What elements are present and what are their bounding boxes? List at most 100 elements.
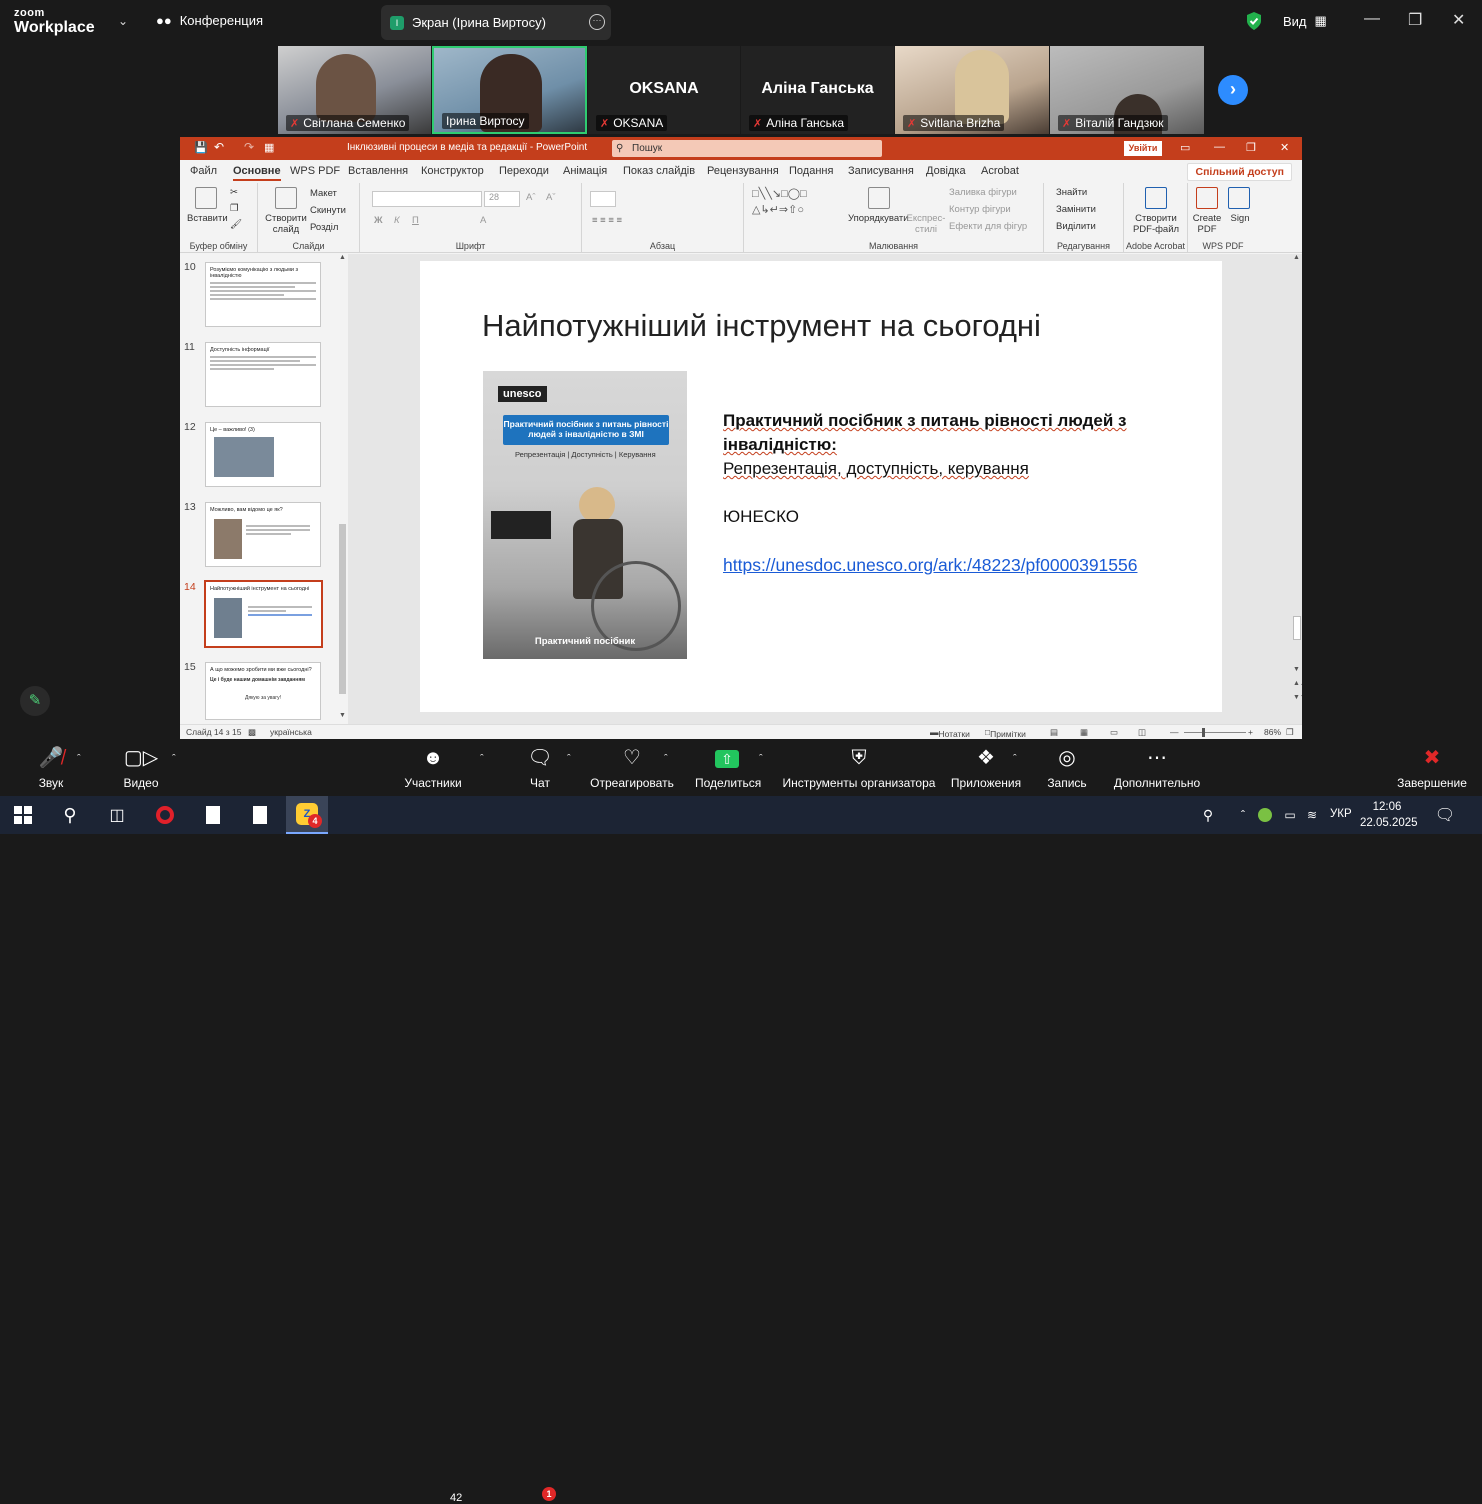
close-icon[interactable]: ✕	[1280, 141, 1289, 154]
react-button[interactable]: ♡ Отреагировать	[590, 741, 674, 796]
undo-icon[interactable]: ↶	[214, 140, 224, 154]
slide-text-box[interactable]: Практичний посібник з питань рівності лю…	[723, 409, 1183, 577]
shapes-gallery-row[interactable]: △↳↵⇒⇧○	[752, 205, 804, 216]
close-icon[interactable]: ✕	[1452, 10, 1465, 30]
zoom-level[interactable]: 86%	[1264, 727, 1281, 737]
restore-icon[interactable]: ❐	[1408, 10, 1422, 30]
zoom-slider-handle[interactable]	[1202, 728, 1205, 737]
next-slide-icon[interactable]: ▼▼	[1293, 694, 1302, 701]
notifications-icon[interactable]: 🗨	[1432, 796, 1458, 834]
bullets-icon[interactable]	[590, 191, 616, 207]
slides-scrollbar[interactable]: ▲ ▼	[338, 254, 347, 724]
share-button[interactable]: Спільний доступ	[1187, 163, 1292, 181]
menu-acrobat[interactable]: Acrobat	[981, 165, 1019, 177]
copy-icon[interactable]: ❐	[230, 203, 239, 214]
font-size-select[interactable]: 28	[484, 191, 520, 207]
opera-icon[interactable]	[150, 796, 180, 834]
section-button[interactable]: Розділ	[310, 222, 338, 233]
share-screen-button[interactable]: ⇧ Поделиться	[695, 741, 761, 796]
comments-button[interactable]: □ Примітки	[985, 727, 1026, 739]
new-slide-icon[interactable]	[275, 187, 297, 209]
layout-button[interactable]: Макет	[310, 188, 337, 199]
slide-thumbnail[interactable]: Розуміємо комунікацію з людьми з інвалід…	[205, 262, 321, 327]
participant-tile[interactable]: Аліна Ганська ✗ Аліна Ганська	[741, 46, 894, 134]
underline-icon[interactable]: П	[412, 215, 419, 226]
menu-transitions[interactable]: Переходи	[499, 165, 549, 177]
screen-share-indicator[interactable]: І Экран (Ірина Виртосу) ···	[381, 5, 611, 40]
ribbon-display-icon[interactable]: ▭	[1180, 141, 1190, 154]
create-pdf-icon[interactable]	[1145, 187, 1167, 209]
chat-caret-icon[interactable]: ˆ	[567, 753, 571, 765]
slide-link[interactable]: https://unesdoc.unesco.org/ark:/48223/pf…	[723, 553, 1183, 577]
audio-button[interactable]: 🎤̸ Звук	[30, 741, 72, 796]
more-options-icon[interactable]: ···	[589, 14, 605, 30]
notes-button[interactable]: ▬ Нотатки	[930, 727, 970, 739]
slide-thumbnail-selected[interactable]: Найпотужніший інструмент на сьогодні	[204, 580, 323, 648]
end-meeting-button[interactable]: ✖ Завершение	[1396, 741, 1468, 796]
search-icon[interactable]: ⚲	[55, 796, 85, 834]
windows-start-icon[interactable]	[8, 796, 38, 834]
minimize-icon[interactable]: —	[1214, 141, 1225, 153]
format-painter-icon[interactable]: 🖌	[230, 219, 242, 230]
zoom-app-icon[interactable]: Z 4	[286, 796, 328, 834]
host-tools-button[interactable]: ⛨ Инструменты организатора	[782, 741, 936, 796]
menu-design[interactable]: Конструктор	[421, 165, 484, 177]
arrange-button[interactable]: Упорядкувати	[848, 213, 909, 224]
font-grow-icon[interactable]: Aˆ	[526, 192, 536, 203]
menu-file[interactable]: Файл	[190, 165, 217, 177]
scroll-up-icon[interactable]: ▲	[339, 254, 346, 261]
find-button[interactable]: Знайти	[1056, 187, 1087, 198]
cut-icon[interactable]: ✂	[230, 187, 238, 198]
signin-button[interactable]: Увійти	[1124, 141, 1162, 156]
react-caret-icon[interactable]: ˆ	[664, 753, 668, 765]
clock[interactable]: 12:06 22.05.2025	[1360, 799, 1418, 831]
tray-app-icon[interactable]	[1256, 796, 1274, 834]
participants-caret-icon[interactable]: ˆ	[480, 753, 484, 765]
new-slide-button[interactable]: Створити слайд	[262, 213, 310, 235]
font-shrink-icon[interactable]: Aˇ	[546, 192, 556, 203]
presentation-icon[interactable]: ▦	[264, 141, 274, 154]
slide-thumbnail[interactable]: Доступність інформації	[205, 342, 321, 407]
wps-create-pdf-button[interactable]: Create PDF	[1190, 213, 1224, 235]
participant-tile[interactable]: ✗ Svitlana Brizha	[895, 46, 1049, 134]
participants-button[interactable]: ☻ Участники	[402, 741, 464, 796]
chevron-down-icon[interactable]: ⌄	[118, 14, 128, 28]
zoom-out-icon[interactable]: —	[1170, 727, 1179, 737]
slide-thumbnail[interactable]: А що можемо зробити ми вже сьогодні? Це …	[205, 662, 321, 720]
paste-icon[interactable]	[195, 187, 217, 209]
task-view-icon[interactable]: ◫	[102, 796, 132, 834]
menu-review[interactable]: Рецензування	[707, 165, 779, 177]
font-color-icon[interactable]: A	[480, 215, 486, 226]
italic-icon[interactable]: К	[394, 215, 400, 226]
quick-styles-button[interactable]: Експрес-стилі	[904, 213, 948, 235]
menu-home[interactable]: Основне	[233, 165, 281, 181]
book-cover-image[interactable]: unesco Практичний посібник з питань рівн…	[483, 371, 687, 659]
redo-icon[interactable]: ↷	[244, 140, 254, 154]
arrange-icon[interactable]	[868, 187, 890, 209]
chat-button[interactable]: 🗨 Чат	[524, 741, 556, 796]
language-indicator[interactable]: українська	[270, 727, 312, 737]
menu-recording[interactable]: Записування	[848, 165, 914, 177]
save-icon[interactable]: 💾	[194, 141, 208, 154]
participant-tile[interactable]: ✗ Світлана Семенко	[278, 46, 431, 134]
restore-icon[interactable]: ❐	[1246, 141, 1256, 154]
canvas-scrollbar[interactable]: ▲ ▼ ▲▲ ▼▼	[1292, 254, 1302, 724]
font-family-select[interactable]	[372, 191, 482, 207]
menu-view[interactable]: Подання	[789, 165, 833, 177]
menu-animations[interactable]: Анімація	[563, 165, 607, 177]
participant-tile[interactable]: ✗ Віталій Гандзюк	[1050, 46, 1204, 134]
input-language[interactable]: УКР	[1330, 808, 1352, 820]
sign-button[interactable]: Sign	[1228, 213, 1252, 224]
slide-title[interactable]: Найпотужніший інструмент на сьогодні	[482, 308, 1041, 344]
menu-slideshow[interactable]: Показ слайдів	[623, 165, 695, 177]
scroll-thumb[interactable]	[339, 524, 346, 694]
video-button[interactable]: ▢▷ Видео	[118, 741, 164, 796]
slide-sorter-icon[interactable]: ▦	[1080, 727, 1088, 738]
file-icon[interactable]	[198, 796, 228, 834]
apps-caret-icon[interactable]: ˆ	[1013, 753, 1017, 765]
replace-button[interactable]: Замінити	[1056, 204, 1096, 215]
shape-effects-button[interactable]: Ефекти для фігур	[949, 221, 1027, 232]
record-button[interactable]: ◎ Запись	[1044, 741, 1090, 796]
bold-icon[interactable]: Ж	[374, 215, 383, 226]
shape-outline-button[interactable]: Контур фігури	[949, 204, 1011, 215]
